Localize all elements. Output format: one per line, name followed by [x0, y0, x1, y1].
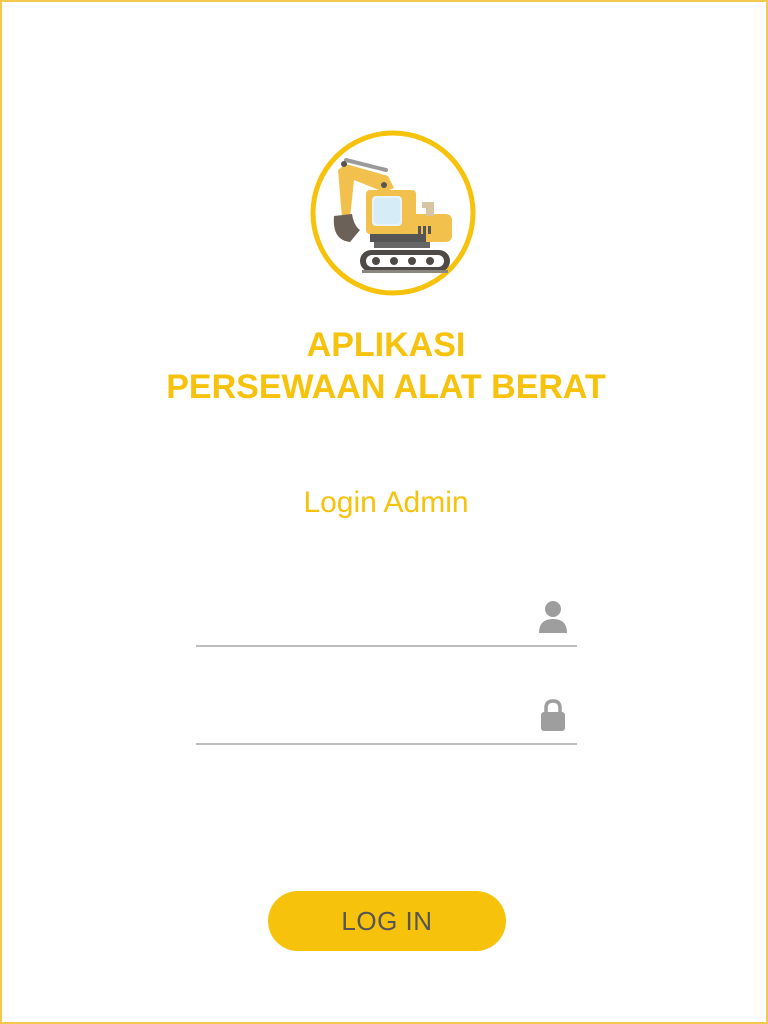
user-icon — [539, 601, 567, 633]
lock-icon — [541, 699, 565, 731]
app-title-line-2: PERSEWAAN ALAT BERAT — [166, 368, 606, 406]
login-screen: APLIKASI PERSEWAAN ALAT BERAT Login Admi… — [0, 0, 768, 1024]
password-input[interactable] — [196, 691, 534, 739]
username-field — [196, 593, 577, 647]
excavator-logo-icon — [310, 130, 476, 296]
password-field — [196, 691, 577, 745]
login-subtitle: Login Admin — [303, 486, 469, 519]
app-title-line-1: APLIKASI — [306, 326, 466, 364]
login-button[interactable]: LOG IN — [268, 891, 506, 951]
username-input[interactable] — [196, 593, 534, 641]
